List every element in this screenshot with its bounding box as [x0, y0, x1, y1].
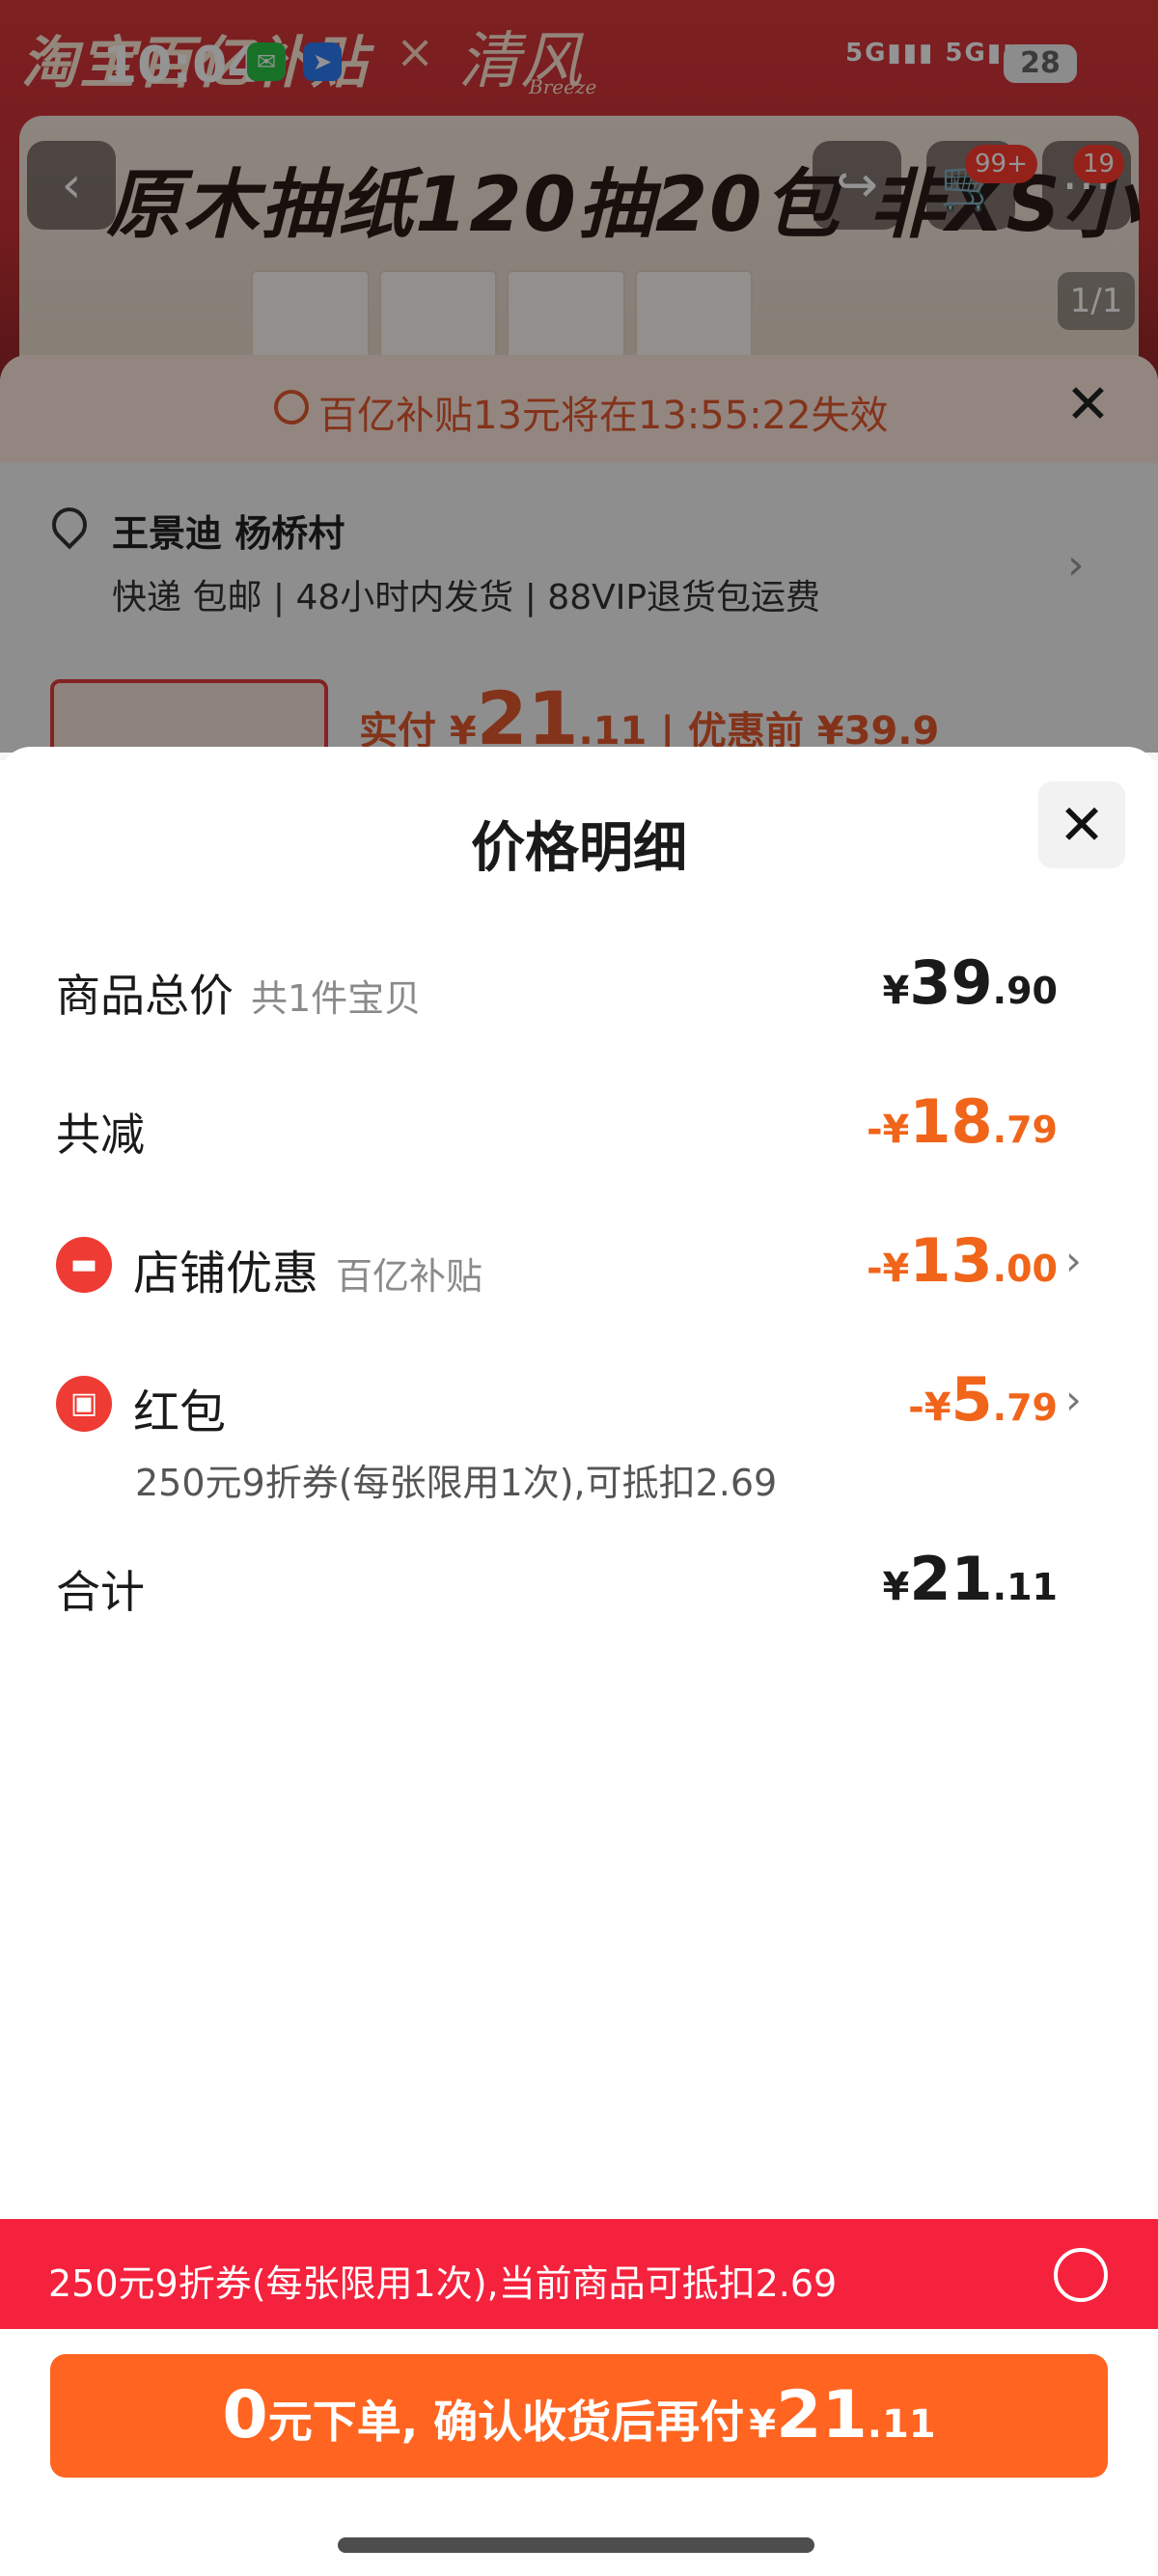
store-discount-label: 店铺优惠 — [133, 1247, 319, 1301]
red-packet-icon: ▣ — [56, 1376, 112, 1432]
red-packet-description: 250元9折券(每张限用1次),可抵扣2.69 — [135, 1462, 778, 1504]
amount-dec: .11 — [992, 1566, 1058, 1608]
order-amount-int: 21 — [776, 2377, 868, 2453]
order-currency: ¥ — [749, 2402, 777, 2447]
coupon-select-radio[interactable] — [1054, 2248, 1108, 2302]
store-discount-sub: 百亿补贴 — [336, 1255, 483, 1298]
amount-dec: .00 — [992, 1247, 1058, 1290]
coupon-promo-bar[interactable]: 250元9折券(每张限用1次),当前商品可抵扣2.69 — [0, 2219, 1158, 2329]
order-amount-dec: .11 — [867, 2402, 936, 2447]
chevron-right-icon[interactable]: › — [1065, 1376, 1082, 1423]
amount-int: 21 — [909, 1544, 993, 1614]
currency: ¥ — [882, 1565, 910, 1609]
amount-int: 5 — [951, 1364, 993, 1435]
total-price-row: 商品总价 共1件宝贝 — [56, 961, 421, 1025]
sum-amount: ¥21.11 — [883, 1544, 1058, 1614]
total-price-label: 商品总价 — [56, 970, 234, 1022]
store-discount-amount[interactable]: -¥13.00 — [867, 1225, 1058, 1296]
amount-int: 13 — [909, 1225, 993, 1296]
order-text: 元下单, 确认收货后再付 — [267, 2396, 745, 2448]
amount-int: 39 — [909, 947, 993, 1018]
currency: -¥ — [866, 1247, 910, 1291]
sum-label: 合计 — [56, 1566, 145, 1618]
amount-dec: .79 — [992, 1109, 1058, 1151]
red-packet-amount[interactable]: -¥5.79 — [908, 1364, 1058, 1435]
close-button[interactable]: ✕ — [1038, 781, 1125, 868]
amount-int: 18 — [909, 1086, 993, 1157]
reduction-label: 共减 — [56, 1109, 145, 1161]
overlay-dim[interactable] — [0, 0, 1158, 753]
total-price-amount: ¥39.90 — [883, 947, 1058, 1018]
sheet-title: 价格明细 — [471, 817, 687, 880]
chevron-right-icon[interactable]: › — [1065, 1237, 1082, 1284]
coupon-promo-text: 250元9折券(每张限用1次),当前商品可抵扣2.69 — [48, 2262, 838, 2305]
home-indicator[interactable] — [338, 2537, 814, 2553]
place-order-button[interactable]: 0元下单, 确认收货后再付 ¥21.11 — [50, 2354, 1108, 2478]
order-zero: 0 — [222, 2377, 268, 2453]
store-icon: ▬ — [56, 1237, 112, 1293]
item-count: 共1件宝贝 — [251, 977, 422, 1020]
amount-dec: .79 — [992, 1386, 1058, 1429]
currency: -¥ — [908, 1385, 951, 1430]
currency: ¥ — [882, 969, 910, 1013]
store-discount-row[interactable]: 店铺优惠 百亿补贴 — [133, 1235, 482, 1302]
red-packet-label[interactable]: 红包 — [133, 1374, 226, 1441]
reduction-amount: -¥18.79 — [867, 1086, 1058, 1157]
currency: -¥ — [866, 1108, 910, 1152]
amount-dec: .90 — [992, 970, 1058, 1012]
